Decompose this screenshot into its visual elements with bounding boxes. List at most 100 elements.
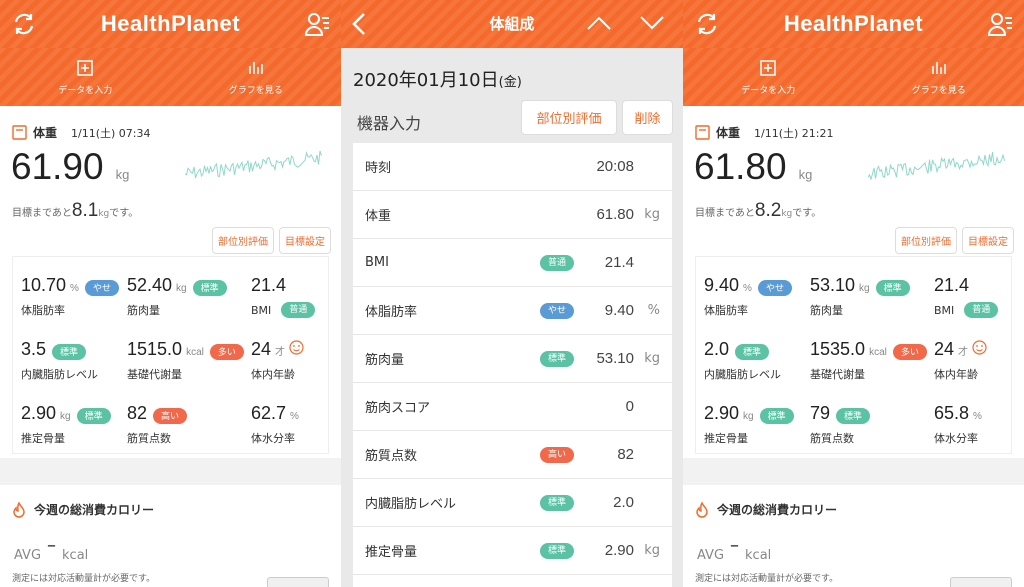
- row-unit: %: [647, 303, 660, 318]
- metric-cell[interactable]: 9.40% やせ 体脂肪率: [704, 275, 809, 318]
- status-badge: 普通: [539, 254, 574, 271]
- metric-value: 24: [934, 339, 955, 359]
- tab-view-graph[interactable]: グラフを見る: [854, 48, 1024, 106]
- metric-value: 2.90: [21, 403, 57, 423]
- metric-cell[interactable]: 21.4 BMI 普通: [251, 275, 341, 318]
- delete-button[interactable]: 削除: [622, 100, 673, 135]
- metric-value-row: 82 高い: [127, 403, 232, 424]
- metric-cell[interactable]: 3.5 標準 内臓脂肪レベル: [21, 339, 126, 382]
- app-title: HealthPlanet: [783, 11, 924, 36]
- metric-cell[interactable]: 79 標準筋質点数: [810, 403, 915, 446]
- weight-sparkline[interactable]: [868, 144, 1005, 188]
- metric-label-row: 筋肉量: [810, 302, 915, 318]
- segment-eval-button[interactable]: 部位別評価: [212, 227, 274, 254]
- metric-label: 基礎代謝量: [127, 368, 182, 381]
- metric-value-row: 21.4: [251, 275, 341, 296]
- metric-unit: 才: [275, 347, 286, 358]
- goal-setting-button[interactable]: 目標設定: [279, 227, 331, 254]
- metric-label-row: 内臓脂肪レベル: [21, 366, 126, 382]
- weight-card: 体重 1/11(土) 07:34 61.90 kg 目標まであと8.1kgです。 …: [0, 106, 341, 458]
- weight-label: 体重: [33, 126, 58, 140]
- status-badge: 多い: [892, 344, 927, 360]
- goal-prefix: 目標まであと: [695, 208, 755, 219]
- segment-eval-button[interactable]: 部位別評価: [895, 227, 957, 254]
- metric-value: 82: [127, 403, 148, 423]
- chevron-up-icon[interactable]: [586, 14, 612, 32]
- metric-cell[interactable]: 10.70% やせ 体脂肪率: [21, 275, 126, 318]
- body-comp-row[interactable]: 筋肉スコア 0: [353, 383, 672, 431]
- status-badge: 標準: [875, 280, 910, 296]
- weight-unit: kg: [798, 167, 813, 182]
- body-comp-row[interactable]: BMI 普通 21.4: [353, 239, 672, 287]
- body-comp-row[interactable]: 筋質点数 高い 82: [353, 431, 672, 479]
- metric-value-row: 24 才: [934, 339, 1024, 360]
- body-comp-row[interactable]: 時刻 20:08: [353, 143, 672, 191]
- tab-input-label: データを入力: [741, 85, 796, 96]
- metric-value: 65.8: [934, 403, 970, 423]
- row-label: 筋肉量: [365, 353, 405, 368]
- avg-value: –: [47, 535, 57, 556]
- body-comp-row[interactable]: 体重 61.80 kg: [353, 191, 672, 239]
- refresh-icon[interactable]: [10, 10, 38, 38]
- tab-view-graph[interactable]: グラフを見る: [171, 48, 342, 106]
- metric-value-row: 21.4: [934, 275, 1024, 296]
- tab-input-data[interactable]: データを入力: [683, 48, 854, 106]
- metric-cell[interactable]: 1535.0 kcal 多い 基礎代謝量: [810, 339, 927, 382]
- row-value: 2.0: [613, 494, 634, 511]
- status-badge: 標準: [539, 542, 574, 559]
- metric-value-row: 10.70% やせ: [21, 275, 126, 296]
- calorie-more-button[interactable]: [267, 577, 329, 587]
- metric-cell[interactable]: 82 高い 筋質点数: [127, 403, 232, 446]
- metric-unit: kg: [859, 283, 870, 294]
- calorie-title: 今週の総消費カロリー: [695, 501, 837, 518]
- metric-cell[interactable]: 2.0 標準 内臓脂肪レベル: [704, 339, 809, 382]
- metric-label: 推定骨量: [704, 432, 748, 445]
- metric-cell[interactable]: 24 才体内年齢: [934, 339, 1024, 382]
- body-comp-row[interactable]: 内臓脂肪レベル 標準 2.0: [353, 479, 672, 527]
- metric-value: 79: [810, 403, 831, 423]
- metric-unit: %: [743, 283, 752, 294]
- body-comp-list: 時刻 20:08 体重 61.80 kg BMI 普通 21.4 体脂肪率 やせ 9.40% 筋肉量標…: [353, 143, 672, 587]
- body-composition-panel: 体組成 2020年01月10日(金) 機器入力 部位別評価 削除 時刻 20:08…: [341, 0, 683, 587]
- metric-cell[interactable]: 1515.0 kcal 多い 基礎代謝量: [127, 339, 244, 382]
- status-badge: 標準: [836, 408, 871, 424]
- metric-unit: kg: [176, 283, 187, 294]
- bar-chart-icon: [932, 61, 946, 74]
- status-badge: 標準: [52, 344, 87, 360]
- body-comp-row[interactable]: 筋肉量 標準 53.10 kg: [353, 335, 672, 383]
- goal-setting-button[interactable]: 目標設定: [962, 227, 1014, 254]
- metric-value: 9.40: [704, 275, 740, 295]
- body-comp-row[interactable]: 推定骨量 標準 2.90 kg: [353, 527, 672, 575]
- metric-cell[interactable]: 2.90 kg 標準 推定骨量: [704, 403, 809, 446]
- metric-cell[interactable]: 53.10 kg 標準筋肉量: [810, 275, 915, 318]
- metric-value: 53.10: [810, 275, 856, 295]
- metric-label: 筋質点数: [810, 432, 854, 445]
- avg-label: AVG: [14, 548, 42, 563]
- metric-cell[interactable]: 24 才体内年齢: [251, 339, 341, 382]
- status-badge: 多い: [209, 344, 244, 360]
- user-menu-icon[interactable]: [986, 10, 1014, 38]
- chevron-down-icon[interactable]: [639, 14, 665, 32]
- summary-panel-right: HealthPlanet データを入力 グラフを見る 体重 1/11(土) 21…: [683, 0, 1024, 587]
- plus-square-icon: [760, 59, 776, 76]
- user-menu-icon[interactable]: [303, 10, 331, 38]
- metric-label: 体内年齢: [934, 368, 978, 381]
- tab-input-data[interactable]: データを入力: [0, 48, 171, 106]
- weight-sparkline[interactable]: [185, 144, 322, 188]
- metric-cell[interactable]: 65.8% 体水分率: [934, 403, 1024, 446]
- metric-cell[interactable]: 62.7% 体水分率: [251, 403, 341, 446]
- metric-cell[interactable]: 52.40 kg 標準 筋肉量: [127, 275, 232, 318]
- segment-eval-button[interactable]: 部位別評価: [521, 100, 617, 135]
- action-tabs: データを入力 グラフを見る: [683, 48, 1024, 106]
- status-badge: 標準: [759, 408, 794, 424]
- metric-cell[interactable]: 21.4 BMI 普通: [934, 275, 1024, 318]
- metric-unit: 才: [958, 347, 969, 358]
- row-label: BMI: [365, 255, 389, 270]
- metric-cell[interactable]: 2.90 kg 標準 推定骨量: [21, 403, 126, 446]
- body-comp-row[interactable]: 体脂肪率 やせ 9.40%: [353, 287, 672, 335]
- metric-unit: kcal: [869, 347, 887, 358]
- action-tabs: データを入力 グラフを見る: [0, 48, 341, 106]
- refresh-icon[interactable]: [693, 10, 721, 38]
- metric-label-row: BMI 普通: [251, 302, 341, 318]
- calorie-more-button[interactable]: [950, 577, 1012, 587]
